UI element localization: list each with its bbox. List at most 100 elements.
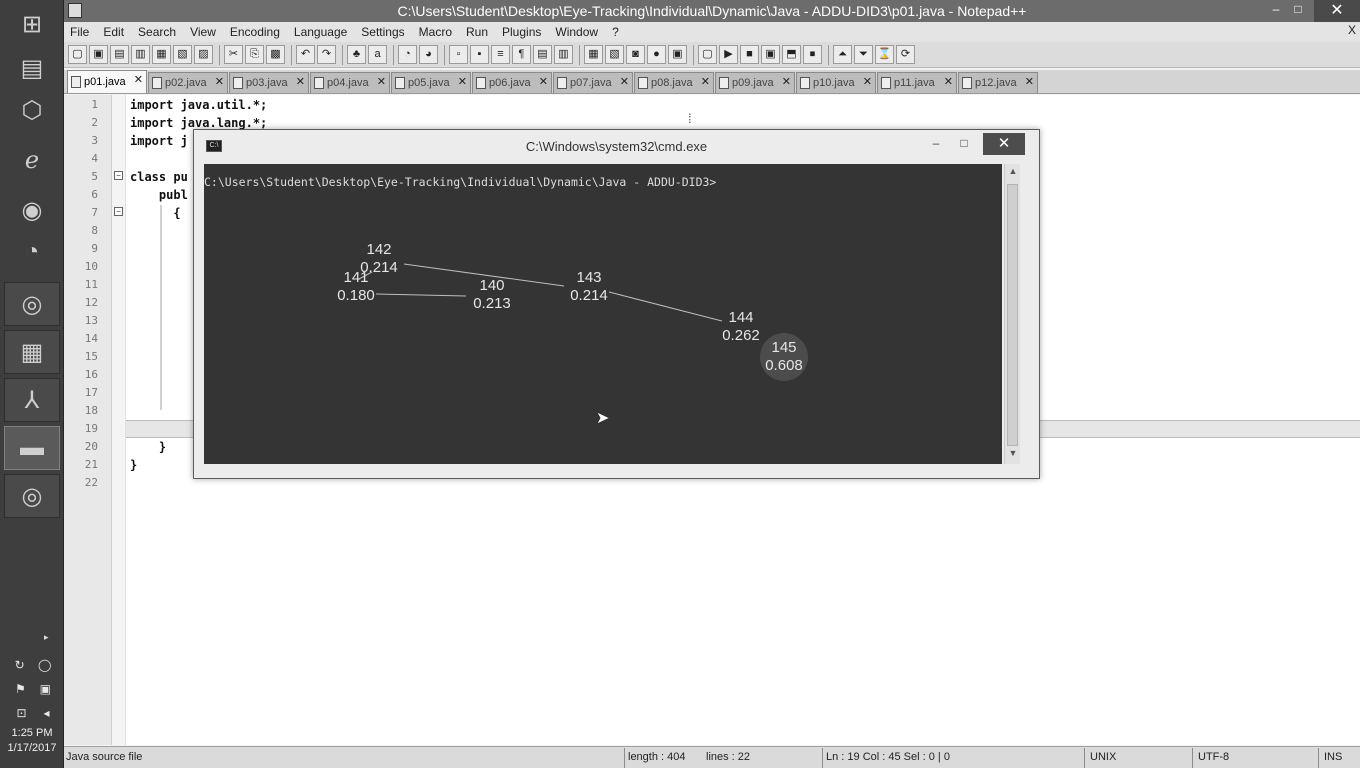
tray-expand-icon[interactable]: ▸ [44, 632, 49, 643]
network-icon[interactable]: ⊡ [16, 706, 26, 720]
tab-close-icon[interactable]: ✕ [944, 75, 953, 88]
menu-plugins[interactable]: Plugins [502, 25, 541, 39]
app-circle-icon[interactable]: ◎ [4, 282, 60, 326]
sync-icon[interactable]: ↻ [15, 658, 25, 672]
toolbar-button-4-icon[interactable]: ▥ [131, 45, 150, 64]
toolbar-button-1-icon[interactable]: ▢ [68, 45, 87, 64]
menu-macro[interactable]: Macro [419, 25, 452, 39]
tab-p09-java[interactable]: p09.java ✕ [715, 72, 795, 93]
tab-p02-java[interactable]: p02.java ✕ [148, 72, 228, 93]
tab-close-icon[interactable]: ✕ [620, 75, 629, 88]
fold-toggle-method[interactable]: − [114, 207, 123, 216]
toolbar-button-37-icon[interactable]: ⟳ [896, 45, 915, 64]
tab-close-icon[interactable]: ✕ [1025, 75, 1034, 88]
menu-run[interactable]: Run [466, 25, 488, 39]
toolbar-button-24-icon[interactable]: ▧ [605, 45, 624, 64]
npp-minimize-button[interactable]: – [1264, 2, 1288, 16]
cmd-scrollbar[interactable]: ▲ ▼ [1004, 164, 1020, 464]
cortana-icon[interactable]: ◯ [38, 658, 51, 672]
cmd-icon[interactable]: ▬ [4, 426, 60, 470]
display-icon[interactable]: ▣ [40, 682, 51, 696]
clock-date[interactable]: 1/17/2017 [0, 742, 64, 754]
status-insert-mode[interactable]: INS [1324, 751, 1342, 763]
media-icon[interactable]: ◔ [4, 230, 60, 274]
menu-encoding[interactable]: Encoding [230, 25, 280, 39]
fold-toggle-class[interactable]: − [114, 171, 123, 180]
tab-close-icon[interactable]: ✕ [215, 75, 224, 88]
tab-p10-java[interactable]: p10.java ✕ [796, 72, 876, 93]
toolbar-button-30-icon[interactable]: ■ [740, 45, 759, 64]
toolbar-button-3-icon[interactable]: ▤ [110, 45, 129, 64]
tab-close-icon[interactable]: ✕ [377, 75, 386, 88]
toolbar-button-6-icon[interactable]: ▧ [173, 45, 192, 64]
menu-language[interactable]: Language [294, 25, 347, 39]
status-encoding[interactable]: UTF-8 [1198, 751, 1229, 763]
npp-restore-button[interactable]: □ [1286, 2, 1310, 16]
cmd-restore-button[interactable]: □ [951, 136, 977, 150]
tab-close-icon[interactable]: ✕ [782, 75, 791, 88]
toolbar-button-26-icon[interactable]: ● [647, 45, 666, 64]
tab-close-icon[interactable]: ✕ [539, 75, 548, 88]
toolbar-button-14-icon[interactable]: a [368, 45, 387, 64]
toolbar-button-20-icon[interactable]: ¶ [512, 45, 531, 64]
toolbar-button-16-icon[interactable]: ◕ [419, 45, 438, 64]
toolbar-button-22-icon[interactable]: ▥ [554, 45, 573, 64]
scroll-thumb[interactable] [1007, 184, 1018, 446]
toolbar-button-18-icon[interactable]: ▪ [470, 45, 489, 64]
action-center-flag-icon[interactable]: ⚑ [15, 682, 26, 696]
tab-p07-java[interactable]: p07.java ✕ [553, 72, 633, 93]
toolbar-button-27-icon[interactable]: ▣ [668, 45, 687, 64]
tab-p04-java[interactable]: p04.java ✕ [310, 72, 390, 93]
toolbar-button-12-icon[interactable]: ↷ [317, 45, 336, 64]
toolbar-button-36-icon[interactable]: ⌛ [875, 45, 894, 64]
toolbar-button-23-icon[interactable]: ▦ [584, 45, 603, 64]
menu-edit[interactable]: Edit [103, 25, 124, 39]
acrobat-icon[interactable]: ⅄ [4, 378, 60, 422]
close-document-button[interactable]: X [1348, 23, 1356, 37]
menu-help[interactable]: ? [612, 25, 619, 39]
notepadpp-icon[interactable]: ▦ [4, 330, 60, 374]
menu-view[interactable]: View [190, 25, 216, 39]
toolbar-button-9-icon[interactable]: ⎘ [245, 45, 264, 64]
scroll-down-arrow[interactable]: ▼ [1005, 448, 1021, 462]
tab-p06-java[interactable]: p06.java ✕ [472, 72, 552, 93]
tab-p12-java[interactable]: p12.java ✕ [958, 72, 1038, 93]
toolbar-button-34-icon[interactable]: ⏶ [833, 45, 852, 64]
fold-margin[interactable]: − − [112, 95, 126, 745]
toolbar-button-13-icon[interactable]: ♣ [347, 45, 366, 64]
tab-p03-java[interactable]: p03.java ✕ [229, 72, 309, 93]
tab-p05-java[interactable]: p05.java ✕ [391, 72, 471, 93]
menu-window[interactable]: Window [555, 25, 598, 39]
toolbar-button-5-icon[interactable]: ▦ [152, 45, 171, 64]
npp-close-button[interactable]: ✕ [1314, 0, 1360, 22]
menu-file[interactable]: File [70, 25, 89, 39]
toolbar-button-33-icon[interactable]: ⏹ [803, 45, 822, 64]
volume-icon[interactable]: ◂ [43, 706, 49, 720]
toolbar-button-28-icon[interactable]: ▢ [698, 45, 717, 64]
file-explorer-icon[interactable]: ▤ [4, 46, 60, 90]
toolbar-button-2-icon[interactable]: ▣ [89, 45, 108, 64]
toolbar-button-21-icon[interactable]: ▤ [533, 45, 552, 64]
clock-time[interactable]: 1:25 PM [0, 727, 64, 739]
tab-p01-java[interactable]: p01.java ✕ [67, 70, 147, 93]
toolbar-button-11-icon[interactable]: ↶ [296, 45, 315, 64]
toolbar-button-15-icon[interactable]: ◔ [398, 45, 417, 64]
menu-settings[interactable]: Settings [361, 25, 404, 39]
tab-p11-java[interactable]: p11.java ✕ [877, 72, 957, 93]
cmd-close-button[interactable]: ✕ [983, 133, 1025, 155]
tab-close-icon[interactable]: ✕ [458, 75, 467, 88]
toolbar-button-8-icon[interactable]: ✂ [224, 45, 243, 64]
tab-close-icon[interactable]: ✕ [296, 75, 305, 88]
package-icon[interactable]: ⬡ [4, 88, 60, 132]
tab-close-icon[interactable]: ✕ [863, 75, 872, 88]
toolbar-button-32-icon[interactable]: ⬒ [782, 45, 801, 64]
app-circle-icon-2[interactable]: ◎ [4, 474, 60, 518]
cmd-minimize-button[interactable]: – [923, 136, 949, 150]
chrome-icon[interactable]: ◉ [4, 188, 60, 232]
toolbar-button-7-icon[interactable]: ▨ [194, 45, 213, 64]
status-eol[interactable]: UNIX [1090, 751, 1116, 763]
toolbar-button-29-icon[interactable]: ▶ [719, 45, 738, 64]
tab-p08-java[interactable]: p08.java ✕ [634, 72, 714, 93]
internet-explorer-icon[interactable]: ℯ [4, 138, 60, 182]
cmd-title-bar[interactable]: C:\ C:\Windows\system32\cmd.exe – □ ✕ [194, 130, 1039, 160]
